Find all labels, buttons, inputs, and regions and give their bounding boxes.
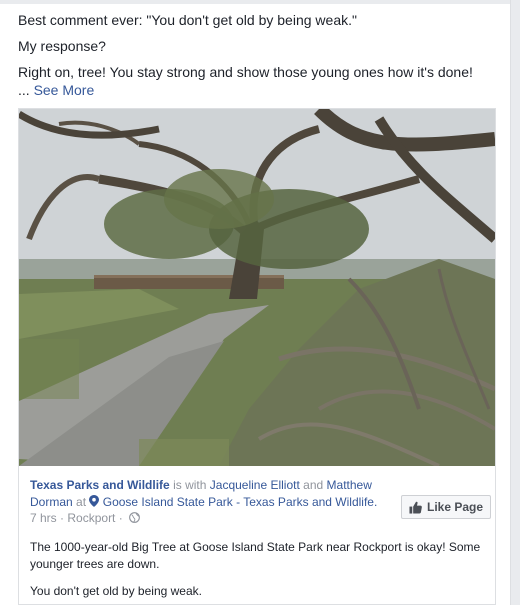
is-with-text: is with: [173, 478, 207, 492]
post-meta: 7 hrs · Rockport ·: [30, 510, 141, 526]
photo-illustration: [19, 109, 495, 466]
place-link[interactable]: Rockport: [67, 511, 115, 525]
and-text: and: [303, 478, 324, 492]
see-more-link[interactable]: See More: [34, 82, 95, 98]
location-link[interactable]: Goose Island State Park - Texas Parks an…: [103, 495, 378, 509]
thumbs-up-icon: [409, 501, 422, 514]
tagged-person-1[interactable]: Jacqueline Elliott: [210, 478, 300, 492]
post-text-line-3: Right on, tree! You stay strong and show…: [18, 64, 473, 80]
meta-separator-2: ·: [118, 511, 123, 525]
attribution: Texas Parks and Wildlife is with Jacquel…: [30, 477, 395, 511]
shared-post: Texas Parks and Wildlife is with Jacquel…: [18, 108, 496, 605]
post-text-line-1: Best comment ever: "You don't get old by…: [18, 12, 357, 28]
ellipsis: ...: [18, 82, 30, 98]
post-card: Best comment ever: "You don't get old by…: [0, 0, 511, 605]
description-2: You don't get old by being weak.: [30, 584, 202, 598]
location-pin-icon: [89, 495, 100, 507]
like-page-button[interactable]: Like Page: [401, 495, 491, 519]
top-divider: [0, 0, 510, 4]
globe-icon: [129, 512, 141, 523]
page-name-link[interactable]: Texas Parks and Wildlife: [30, 478, 170, 492]
at-text: at: [76, 495, 87, 509]
tree-photo[interactable]: [19, 109, 495, 466]
post-text-line-4: ... See More: [18, 81, 94, 99]
timestamp[interactable]: 7 hrs: [30, 511, 57, 525]
post-text-line-2: My response?: [18, 38, 106, 54]
like-page-label: Like Page: [426, 500, 484, 514]
meta-separator-1: ·: [60, 511, 65, 525]
description-1: The 1000-year-old Big Tree at Goose Isla…: [30, 540, 481, 571]
